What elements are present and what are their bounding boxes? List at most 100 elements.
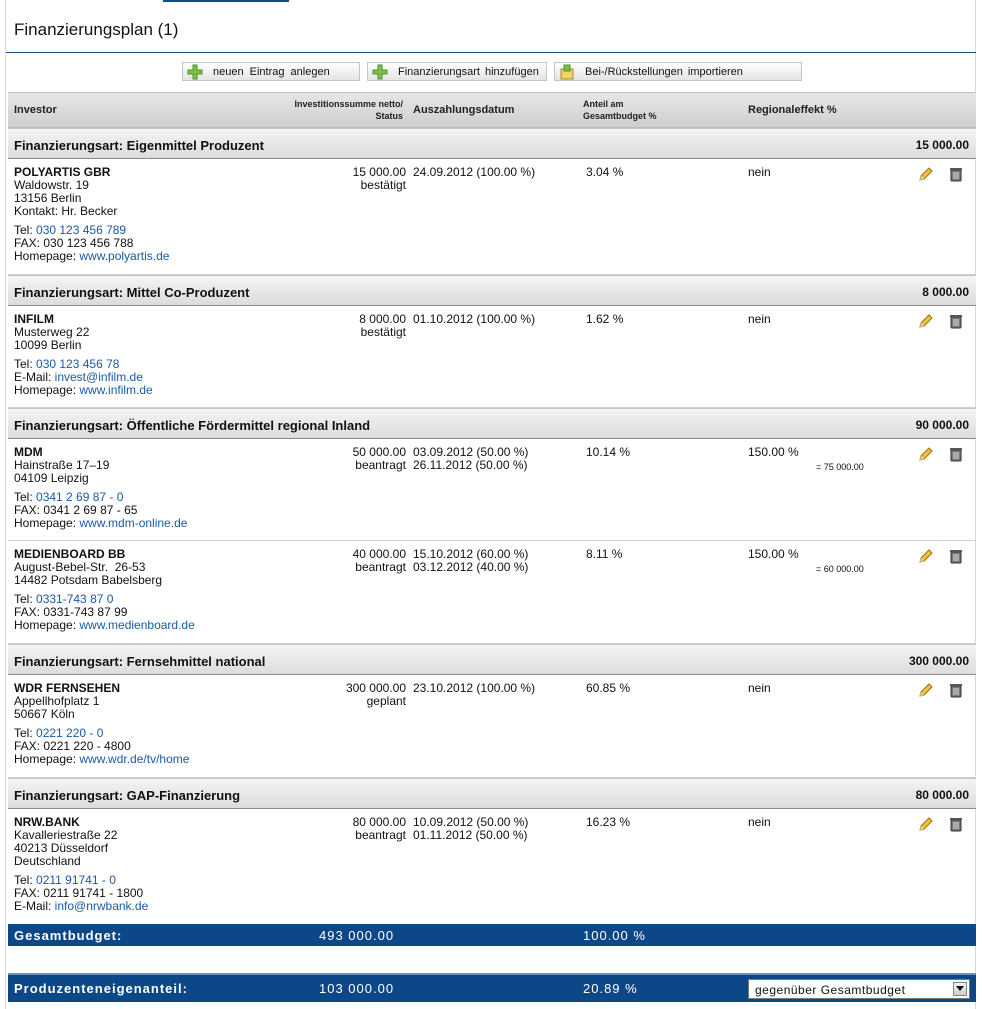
col-share-line2: Gesamtbudget %: [583, 111, 657, 121]
phone-link[interactable]: 0341 2 69 87 - 0: [36, 490, 123, 504]
regional-effect: 150.00 %: [748, 445, 799, 459]
trash-icon[interactable]: [948, 548, 964, 564]
budget-share: 3.04 %: [586, 165, 624, 179]
group-label: Finanzierungsart: Öffentliche Fördermitt…: [14, 418, 371, 433]
email-link[interactable]: invest@infilm.de: [55, 370, 143, 384]
table-row: NRW.BANK Kavalleriestraße 22 40213 Düsse…: [8, 809, 976, 923]
homepage-link[interactable]: www.mdm-online.de: [79, 516, 187, 530]
row-actions: [918, 166, 964, 182]
producer-share-value: 103 000.00: [319, 981, 395, 996]
payout-date: 26.11.2012 (50.00 %): [413, 458, 528, 472]
homepage-link[interactable]: www.wdr.de/tv/home: [79, 752, 189, 766]
investor-homepage: Homepage: www.medienboard.de: [14, 619, 195, 632]
investor-info: MEDIENBOARD BB August-Bebel-Str. 26-53 1…: [14, 548, 195, 632]
import-provisions-button[interactable]: Bei-/Rückstellungen importieren: [554, 62, 802, 81]
row-actions: [918, 446, 964, 462]
col-amount-line1: Investitionssumme netto/: [294, 99, 403, 109]
pencil-icon[interactable]: [918, 816, 934, 832]
group-label: Finanzierungsart: Fernsehmittel national: [14, 654, 266, 669]
budget-share: 60.85 %: [586, 681, 631, 695]
phone-link[interactable]: 030 123 456 78: [36, 357, 119, 371]
investor-homepage: Homepage: www.mdm-online.de: [14, 517, 187, 530]
pencil-icon[interactable]: [918, 682, 934, 698]
status: bestätigt: [360, 178, 406, 192]
group-total: 15 000.00: [915, 138, 969, 152]
homepage-label: Homepage:: [14, 383, 80, 397]
producer-share-bar: Produzenteneigenanteil: 103 000.00 20.89…: [8, 973, 976, 1002]
email-link[interactable]: info@nrwbank.de: [55, 899, 149, 913]
homepage-label: Homepage:: [14, 249, 80, 263]
table-header: Investor Investitionssumme netto/ Status…: [8, 92, 976, 128]
regional-effect: 150.00 %: [748, 547, 799, 561]
regional-effect: nein: [748, 815, 771, 829]
investor-homepage: Homepage: www.infilm.de: [14, 384, 153, 397]
status: geplant: [366, 694, 406, 708]
group-header: Finanzierungsart: Mittel Co-Produzent 8 …: [8, 275, 976, 306]
phone-label: Tel:: [14, 592, 37, 606]
toolbar: neuen Eintrag anlegen Finanzierungsart h…: [6, 62, 976, 82]
payout-dates: 03.09.2012 (50.00 %) 26.11.2012 (50.00 %…: [413, 446, 528, 472]
pencil-icon[interactable]: [918, 166, 934, 182]
add-financing-type-button[interactable]: Finanzierungsart hinzufügen: [367, 62, 547, 81]
pencil-icon[interactable]: [918, 313, 934, 329]
add-financing-type-label: Finanzierungsart hinzufügen: [398, 65, 539, 78]
trash-icon[interactable]: [948, 166, 964, 182]
amount-cell: 50 000.00 beantragt: [353, 446, 406, 472]
title-divider: [6, 52, 976, 53]
investor-info: NRW.BANK Kavalleriestraße 22 40213 Düsse…: [14, 816, 148, 913]
page-container: Finanzierungsplan (1) neuen Eintrag anle…: [5, 0, 976, 1009]
trash-icon[interactable]: [948, 682, 964, 698]
regional-effect: nein: [748, 165, 771, 179]
row-actions: [918, 313, 964, 329]
investor-city: 14482 Potsdam Babelsberg: [14, 573, 163, 587]
total-budget-bar: Gesamtbudget: 493 000.00 100.00 %: [8, 924, 976, 946]
homepage-link[interactable]: www.infilm.de: [79, 383, 152, 397]
trash-icon[interactable]: [948, 313, 964, 329]
amount-cell: 8 000.00 bestätigt: [359, 313, 406, 339]
trash-icon[interactable]: [948, 816, 964, 832]
amount-cell: 300 000.00 geplant: [346, 682, 406, 708]
col-investor: Investor: [14, 104, 57, 116]
pencil-icon[interactable]: [918, 446, 934, 462]
group-header: Finanzierungsart: Öffentliche Fördermitt…: [8, 408, 976, 439]
col-amount: Investitionssumme netto/ Status: [294, 98, 403, 122]
investor-city: 04109 Leipzig: [14, 471, 89, 485]
import-provisions-label: Bei-/Rückstellungen importieren: [585, 65, 743, 78]
phone-link[interactable]: 0211 91741 - 0: [36, 873, 116, 887]
status: bestätigt: [360, 325, 406, 339]
col-date: Auszahlungsdatum: [413, 104, 515, 116]
phone-link[interactable]: 0221 220 - 0: [36, 726, 103, 740]
group-header: Finanzierungsart: Fernsehmittel national…: [8, 644, 976, 675]
phone-link[interactable]: 030 123 456 789: [36, 223, 126, 237]
budget-share: 8.11 %: [586, 547, 623, 561]
payout-date: 01.11.2012 (50.00 %): [413, 828, 528, 842]
pencil-icon[interactable]: [918, 548, 934, 564]
homepage-link[interactable]: www.polyartis.de: [79, 249, 169, 263]
payout-date: 24.09.2012 (100.00 %): [413, 165, 536, 179]
investor-info: WDR FERNSEHEN Appellhofplatz 1 50667 Köl…: [14, 682, 189, 766]
amount-cell: 40 000.00 beantragt: [353, 548, 406, 574]
new-entry-label: neuen Eintrag anlegen: [213, 65, 330, 78]
investor-info: INFILM Musterweg 22 10099 Berlin Tel: 03…: [14, 313, 153, 397]
new-entry-button[interactable]: neuen Eintrag anlegen: [182, 62, 360, 81]
col-share: Anteil am Gesamtbudget %: [583, 98, 657, 122]
phone-label: Tel:: [14, 357, 37, 371]
status: beantragt: [355, 828, 406, 842]
email-label: E-Mail:: [14, 899, 55, 913]
phone-label: Tel:: [14, 223, 37, 237]
group-label: Finanzierungsart: GAP-Finanzierung: [14, 788, 241, 803]
col-share-line1: Anteil am: [583, 99, 624, 109]
reference-select[interactable]: gegenüber Gesamtbudget: [748, 979, 970, 999]
status: beantragt: [355, 560, 406, 574]
table-row: INFILM Musterweg 22 10099 Berlin Tel: 03…: [8, 306, 976, 408]
investor-email: E-Mail: info@nrwbank.de: [14, 900, 148, 913]
group-label: Finanzierungsart: Mittel Co-Produzent: [14, 285, 250, 300]
page-title: Finanzierungsplan (1): [14, 20, 179, 39]
homepage-link[interactable]: www.medienboard.de: [79, 618, 194, 632]
trash-icon[interactable]: [948, 446, 964, 462]
chevron-down-icon[interactable]: [953, 982, 967, 996]
phone-link[interactable]: 0331-743 87 0: [36, 592, 113, 606]
email-label: E-Mail:: [14, 370, 55, 384]
payout-dates: 23.10.2012 (100.00 %): [413, 682, 535, 695]
table-row: WDR FERNSEHEN Appellhofplatz 1 50667 Köl…: [8, 675, 976, 778]
